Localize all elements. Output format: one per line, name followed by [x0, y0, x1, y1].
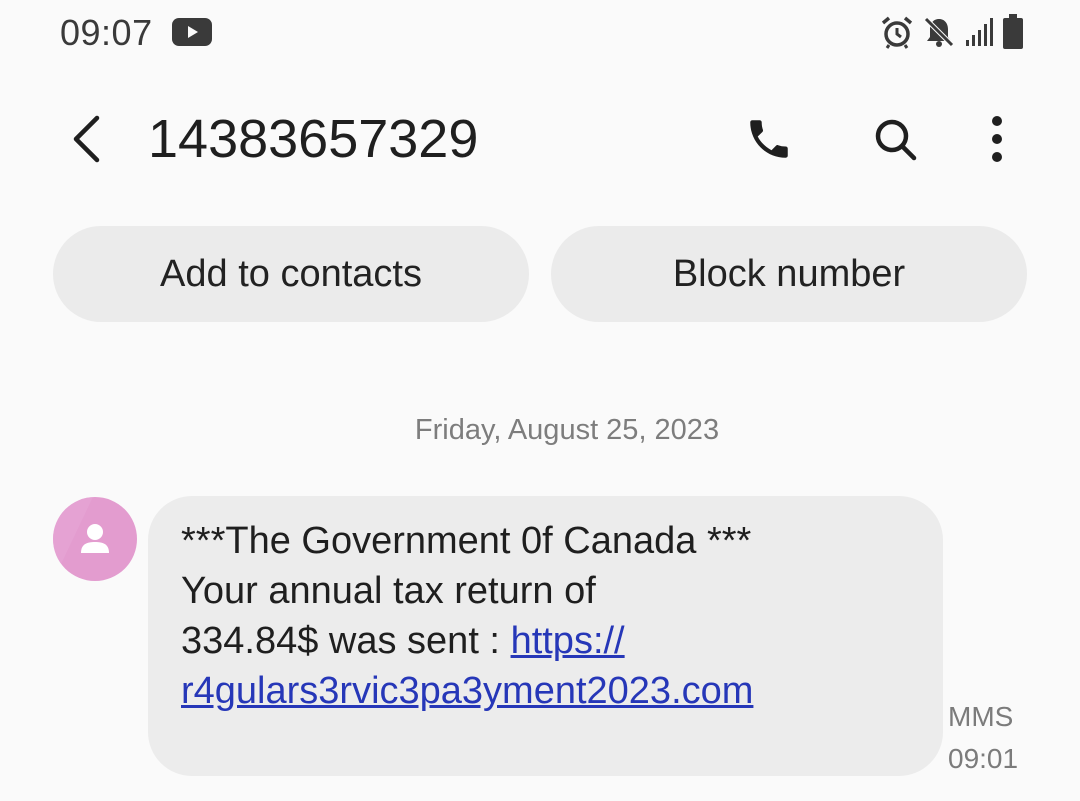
message-link[interactable]: https://	[511, 620, 625, 662]
messages-screen: 09:07 14383657329 Add to contacts Block …	[0, 0, 1080, 801]
phone-icon	[750, 120, 788, 158]
status-bar: 09:07	[0, 0, 1080, 64]
battery-icon	[1003, 14, 1023, 49]
signal-icon	[966, 18, 993, 46]
avatar[interactable]	[53, 497, 137, 581]
message-line: Your annual tax return of	[181, 570, 596, 612]
message-meta: MMS 09:01	[948, 696, 1018, 780]
message-text: 334.84$ was sent :	[181, 620, 511, 662]
message-bubble[interactable]: ***The Government 0f Canada *** Your ann…	[148, 496, 943, 776]
add-to-contacts-button[interactable]: Add to contacts	[53, 226, 529, 322]
status-icons	[880, 12, 1024, 52]
mute-icon	[924, 17, 954, 47]
search-icon	[875, 119, 917, 161]
back-icon	[73, 115, 100, 163]
message-time: 09:01	[948, 743, 1019, 774]
back-button[interactable]	[56, 106, 116, 172]
search-button[interactable]	[862, 106, 928, 172]
person-icon	[53, 497, 109, 581]
message-link[interactable]: r4gulars3rvic3pa3yment2023.com	[181, 670, 753, 712]
message-line: 334.84$ was sent : https://	[181, 616, 909, 666]
block-number-button[interactable]: Block number	[551, 226, 1027, 322]
message-line: ***The Government 0f Canada ***	[181, 520, 752, 562]
contact-number: 14383657329	[148, 109, 479, 169]
message-line: r4gulars3rvic3pa3yment2023.com	[181, 666, 909, 716]
more-options-button[interactable]	[966, 106, 1028, 172]
status-time: 09:07	[60, 12, 153, 53]
call-button[interactable]	[736, 106, 802, 172]
youtube-icon	[172, 18, 212, 46]
date-divider: Friday, August 25, 2023	[414, 414, 720, 446]
alarm-icon	[881, 16, 913, 49]
message-type: MMS	[948, 701, 1014, 732]
conversation-header: 14383657329	[0, 96, 1080, 182]
more-vert-icon	[992, 116, 1002, 162]
